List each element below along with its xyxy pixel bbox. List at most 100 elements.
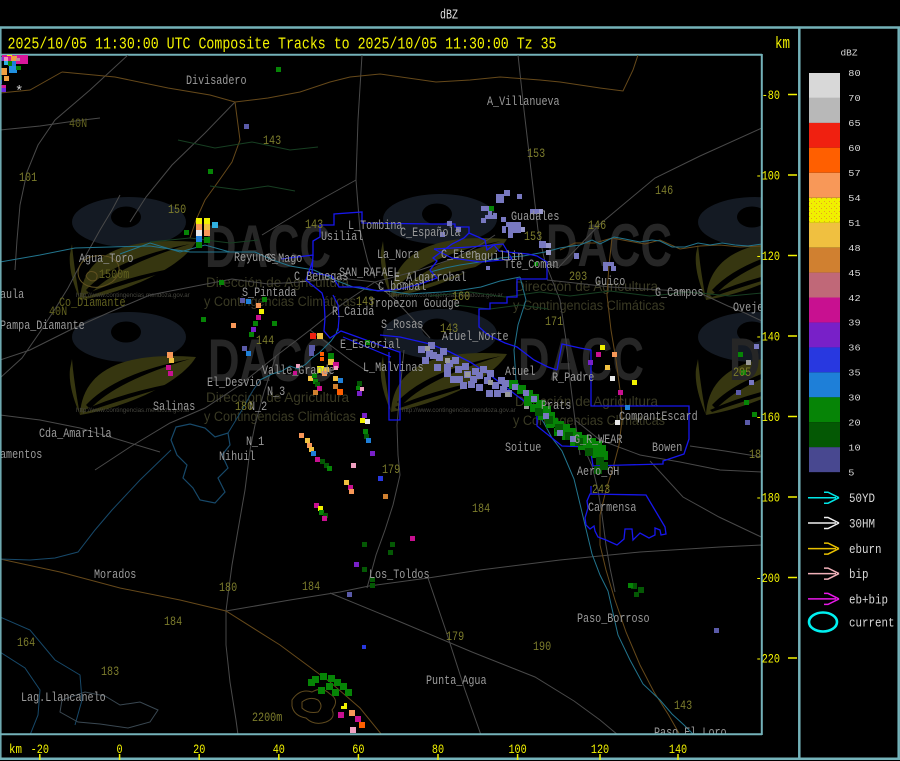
svg-text:km: km (775, 35, 790, 54)
svg-text:2200m: 2200m (252, 710, 282, 725)
svg-text:dBZ: dBZ (440, 8, 458, 24)
svg-text:Bowen: Bowen (652, 440, 682, 455)
svg-text:current: current (849, 617, 895, 631)
svg-text:C_Española: C_Española (400, 225, 461, 240)
svg-text:*: * (15, 84, 23, 100)
svg-text:-220: -220 (756, 652, 780, 667)
svg-text:G_Campos: G_Campos (655, 285, 703, 300)
svg-text:190: 190 (533, 639, 551, 654)
svg-text:150: 150 (168, 202, 186, 217)
svg-text:eb+bip: eb+bip (849, 593, 888, 607)
svg-text:-180: -180 (756, 491, 780, 506)
svg-text:bip: bip (849, 568, 869, 582)
svg-text:143: 143 (263, 133, 281, 148)
svg-text:184: 184 (302, 579, 320, 594)
svg-text:54: 54 (848, 193, 861, 204)
svg-text:Pampa_Diamante: Pampa_Diamante (0, 318, 85, 333)
svg-text:http://www.contingencias.mendo: http://www.contingencias.mendoza.gov.ar (402, 407, 516, 414)
svg-text:42: 42 (848, 293, 861, 304)
svg-text:70: 70 (848, 93, 861, 104)
svg-text:184: 184 (472, 501, 490, 516)
svg-text:101: 101 (19, 170, 37, 185)
svg-text:dBZ: dBZ (841, 47, 858, 58)
svg-text:5: 5 (848, 467, 854, 478)
svg-text:184: 184 (164, 614, 182, 629)
svg-text:E_Escorial: E_Escorial (340, 337, 401, 352)
svg-text:20: 20 (848, 418, 861, 429)
svg-text:S_Mago: S_Mago (266, 251, 302, 266)
svg-text:179: 179 (382, 462, 400, 477)
svg-text:45: 45 (848, 268, 861, 279)
svg-text:205: 205 (733, 365, 751, 380)
svg-text:Salinas: Salinas (153, 399, 195, 414)
svg-text:L_Tombina: L_Tombina (348, 218, 403, 233)
svg-text:y Contingencias Climáticas: y Contingencias Climáticas (204, 409, 356, 424)
svg-text:146: 146 (655, 183, 673, 198)
svg-text:C_bombal: C_bombal (378, 279, 427, 294)
svg-text:Oveje: Oveje (733, 300, 763, 315)
svg-text:eburn: eburn (849, 543, 882, 557)
svg-text:Paso_Borroso: Paso_Borroso (577, 611, 650, 626)
svg-text:C_Eten: C_Eten (441, 247, 477, 262)
svg-text:Guadales: Guadales (511, 209, 559, 224)
svg-text:143: 143 (305, 217, 323, 232)
svg-text:2025/10/05 11:30:00 UTC Compos: 2025/10/05 11:30:00 UTC Composite Tracks… (8, 36, 557, 55)
svg-text:164: 164 (17, 635, 35, 650)
svg-text:143: 143 (674, 698, 692, 713)
svg-text:180: 180 (235, 399, 253, 414)
svg-text:S_Rosas: S_Rosas (381, 317, 423, 332)
svg-text:N_1: N_1 (246, 434, 264, 449)
svg-text:143: 143 (356, 294, 374, 309)
svg-text:57: 57 (848, 168, 860, 179)
svg-text:Lag.Llancanelo: Lag.Llancanelo (21, 690, 106, 705)
svg-text:Cda_Amarilla: Cda_Amarilla (39, 426, 112, 441)
svg-text:El_Desvio: El_Desvio (207, 375, 261, 390)
svg-text:Prats: Prats (541, 398, 571, 413)
svg-text:Tropezon Goudge: Tropezon Goudge (369, 296, 460, 311)
svg-text:SAN_RAFAEL: SAN_RAFAEL (339, 265, 400, 280)
svg-text:179: 179 (446, 629, 464, 644)
svg-text:Co_Diamante: Co_Diamante (59, 295, 126, 310)
svg-text:Carmensa: Carmensa (588, 500, 637, 515)
svg-text:CompantEscard: CompantEscard (619, 409, 698, 424)
svg-text:Los_Toldos: Los_Toldos (369, 567, 430, 582)
svg-text:1500m: 1500m (99, 267, 129, 282)
svg-text:S_Pintada: S_Pintada (242, 285, 297, 300)
svg-text:y Contingencias Climáticas: y Contingencias Climáticas (513, 298, 665, 313)
svg-text:180: 180 (219, 580, 237, 595)
svg-text:Guico: Guico (595, 274, 625, 289)
svg-text:146: 146 (588, 218, 606, 233)
svg-text:L_Malvinas: L_Malvinas (363, 360, 424, 375)
svg-text:153: 153 (527, 146, 545, 161)
svg-text:80: 80 (848, 68, 861, 79)
svg-text:160: 160 (452, 289, 470, 304)
svg-text:Aero_GH: Aero_GH (577, 464, 619, 479)
svg-text:39: 39 (848, 318, 861, 329)
svg-text:A_Villanueva: A_Villanueva (487, 94, 560, 109)
svg-text:36: 36 (848, 343, 861, 354)
svg-text:48: 48 (848, 243, 861, 254)
svg-text:aula: aula (0, 287, 24, 302)
svg-text:G_R_WEAR: G_R_WEAR (574, 432, 623, 447)
svg-text:Morados: Morados (94, 567, 136, 582)
svg-text:Valle_Grande: Valle_Grande (262, 363, 335, 378)
svg-text:km: km (9, 742, 22, 757)
svg-text:144: 144 (256, 333, 274, 348)
svg-text:Divisadero: Divisadero (186, 73, 247, 88)
svg-text:30HM: 30HM (849, 518, 875, 532)
svg-text:Agua_Toro: Agua_Toro (79, 251, 133, 266)
svg-text:30: 30 (848, 393, 861, 404)
svg-text:-200: -200 (756, 571, 780, 586)
svg-text:Nihuil: Nihuil (219, 449, 255, 464)
svg-text:-160: -160 (756, 410, 780, 425)
svg-text:R_Padre: R_Padre (552, 370, 594, 385)
svg-text:50YD: 50YD (849, 492, 875, 506)
svg-text:203: 203 (569, 269, 587, 284)
svg-text:40N: 40N (69, 116, 87, 131)
svg-text:35: 35 (848, 368, 861, 379)
svg-text:153: 153 (524, 229, 542, 244)
svg-text:65: 65 (848, 118, 861, 129)
svg-text:-80: -80 (762, 88, 780, 103)
svg-text:Soitue: Soitue (505, 440, 541, 455)
svg-text:51: 51 (848, 218, 861, 229)
